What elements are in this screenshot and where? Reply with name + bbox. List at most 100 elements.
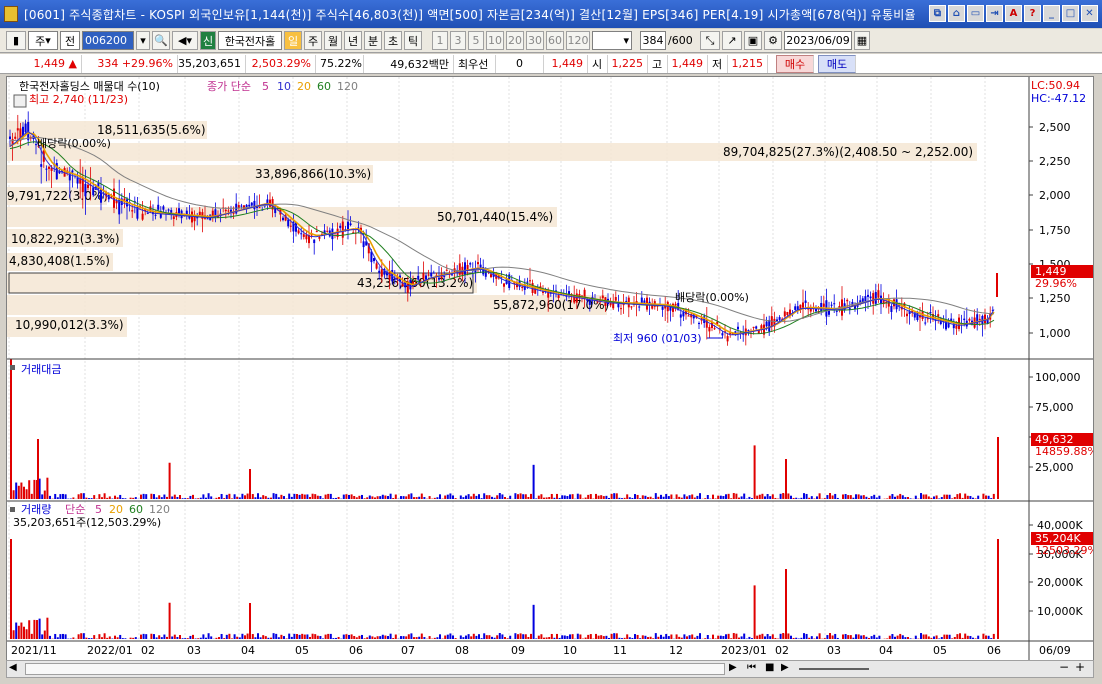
- font-icon[interactable]: A: [1005, 5, 1022, 22]
- ma20-label: 20: [297, 80, 311, 93]
- amount-bar: [803, 493, 805, 499]
- prev-button[interactable]: 전: [60, 31, 80, 50]
- volume-bar: [670, 634, 673, 639]
- amount-bar: [756, 495, 759, 499]
- amount-bar: [46, 477, 49, 499]
- interval-1[interactable]: 1: [432, 31, 448, 50]
- amount-bar: [389, 493, 392, 499]
- speaker-icon[interactable]: ◀▾: [172, 31, 198, 50]
- zoom-icon[interactable]: ⤡: [700, 31, 720, 50]
- interval-5[interactable]: 5: [468, 31, 484, 50]
- window-icon[interactable]: ▭: [967, 5, 984, 22]
- amount-bar: [990, 498, 993, 499]
- search-icon[interactable]: 🔍: [152, 31, 170, 50]
- volume-bar: [158, 635, 161, 639]
- new-tag: 신: [200, 31, 216, 50]
- volume-bar: [465, 635, 467, 639]
- interval-30[interactable]: 30: [526, 31, 544, 50]
- panel3-summary: 35,203,651주(12,503.29%): [13, 516, 161, 529]
- close-button[interactable]: ✕: [1081, 5, 1098, 22]
- date-input[interactable]: 2023/06/09: [784, 31, 852, 50]
- scroll-left-icon[interactable]: ◀: [9, 662, 17, 673]
- amount-bar: [930, 497, 933, 499]
- candle-body: [705, 319, 708, 328]
- first-icon[interactable]: ⏮: [747, 662, 756, 673]
- amount-bar: [691, 494, 694, 499]
- amount-bar: [977, 495, 980, 499]
- amount-bar: [875, 497, 878, 499]
- buy-button[interactable]: 매수: [776, 54, 814, 73]
- maximize-button[interactable]: □: [1062, 5, 1079, 22]
- volume-bar: [743, 633, 746, 639]
- period-year[interactable]: 년: [344, 31, 362, 50]
- save-icon[interactable]: ▣: [744, 31, 762, 50]
- scroll-thumb[interactable]: [25, 663, 725, 675]
- period-month[interactable]: 월: [324, 31, 342, 50]
- code-dropdown-icon[interactable]: ▾: [136, 31, 150, 50]
- amount-bar: [194, 498, 197, 499]
- chart-svg[interactable]: 18,511,635(5.6%) 89,704,825(27.3%)(2,408.…: [7, 77, 1098, 661]
- volume-bar: [56, 637, 59, 639]
- volume-bar: [901, 635, 904, 639]
- next-icon[interactable]: ▶: [781, 662, 789, 673]
- sell-button[interactable]: 매도: [818, 54, 856, 73]
- period-minute[interactable]: 분: [364, 31, 382, 50]
- candle-body: [76, 178, 79, 184]
- interval-3[interactable]: 3: [450, 31, 466, 50]
- amount-bar: [415, 497, 418, 499]
- calendar-icon[interactable]: ▦: [854, 31, 870, 50]
- volume-bar: [407, 634, 410, 639]
- volume-bar: [171, 636, 174, 639]
- candle-body: [625, 300, 628, 302]
- interval-60[interactable]: 60: [546, 31, 564, 50]
- zoom-in-icon[interactable]: +: [1075, 660, 1085, 674]
- amount-bar: [106, 497, 109, 499]
- amount-bar: [626, 494, 629, 499]
- volume-bar: [218, 637, 220, 639]
- period-tick[interactable]: 틱: [404, 31, 422, 50]
- type-select[interactable]: 주 ▾: [28, 31, 58, 50]
- volume-bar: [189, 635, 192, 639]
- amount-bar: [519, 493, 522, 499]
- panel2-title: 거래대금: [21, 363, 61, 376]
- amount-bar: [730, 498, 733, 499]
- code-input[interactable]: 006200: [82, 31, 134, 50]
- custom-interval[interactable]: ▾: [592, 31, 632, 50]
- help-icon[interactable]: ?: [1024, 5, 1041, 22]
- candle-body: [765, 321, 768, 327]
- settings-icon[interactable]: ⚙: [764, 31, 782, 50]
- volume-bar: [665, 633, 668, 639]
- period-week[interactable]: 주: [304, 31, 322, 50]
- interval-10[interactable]: 10: [486, 31, 504, 50]
- minimize-button[interactable]: _: [1043, 5, 1060, 22]
- volume-bar: [987, 635, 990, 639]
- volume-bar: [714, 638, 717, 639]
- link-icon[interactable]: ⧉: [929, 5, 946, 22]
- chart-area[interactable]: 18,511,635(5.6%) 89,704,825(27.3%)(2,408.…: [6, 76, 1098, 662]
- amount-bar: [49, 495, 51, 499]
- candle-body: [196, 217, 199, 219]
- stop-icon[interactable]: ■: [765, 662, 774, 673]
- candle-body: [198, 211, 201, 216]
- volume-bar: [314, 634, 317, 639]
- settings-grid-icon[interactable]: [13, 94, 27, 108]
- scroll-right-icon[interactable]: ▶: [729, 662, 737, 673]
- interval-120[interactable]: 120: [566, 31, 590, 50]
- pin-icon[interactable]: ⇥: [986, 5, 1003, 22]
- volume-bar: [88, 638, 90, 639]
- zoom-out-icon[interactable]: −: [1059, 660, 1069, 674]
- period-day[interactable]: 일: [284, 31, 302, 50]
- candle-body: [393, 279, 396, 281]
- period-second[interactable]: 초: [384, 31, 402, 50]
- zoom-slider[interactable]: [799, 668, 869, 670]
- interval-20[interactable]: 20: [506, 31, 524, 50]
- time-label: 05: [295, 644, 309, 657]
- time-label: 04: [241, 644, 255, 657]
- volume-bar: [790, 635, 792, 639]
- chart-type-icon[interactable]: ▮: [6, 31, 26, 50]
- candle-body: [274, 208, 277, 214]
- indicator-icon[interactable]: ↗: [722, 31, 742, 50]
- chart-scrollbar[interactable]: ◀ ▶ ⏮ ■ ▶ − +: [6, 660, 1094, 678]
- count-input[interactable]: 384: [640, 31, 666, 50]
- alarm-icon[interactable]: ⌂: [948, 5, 965, 22]
